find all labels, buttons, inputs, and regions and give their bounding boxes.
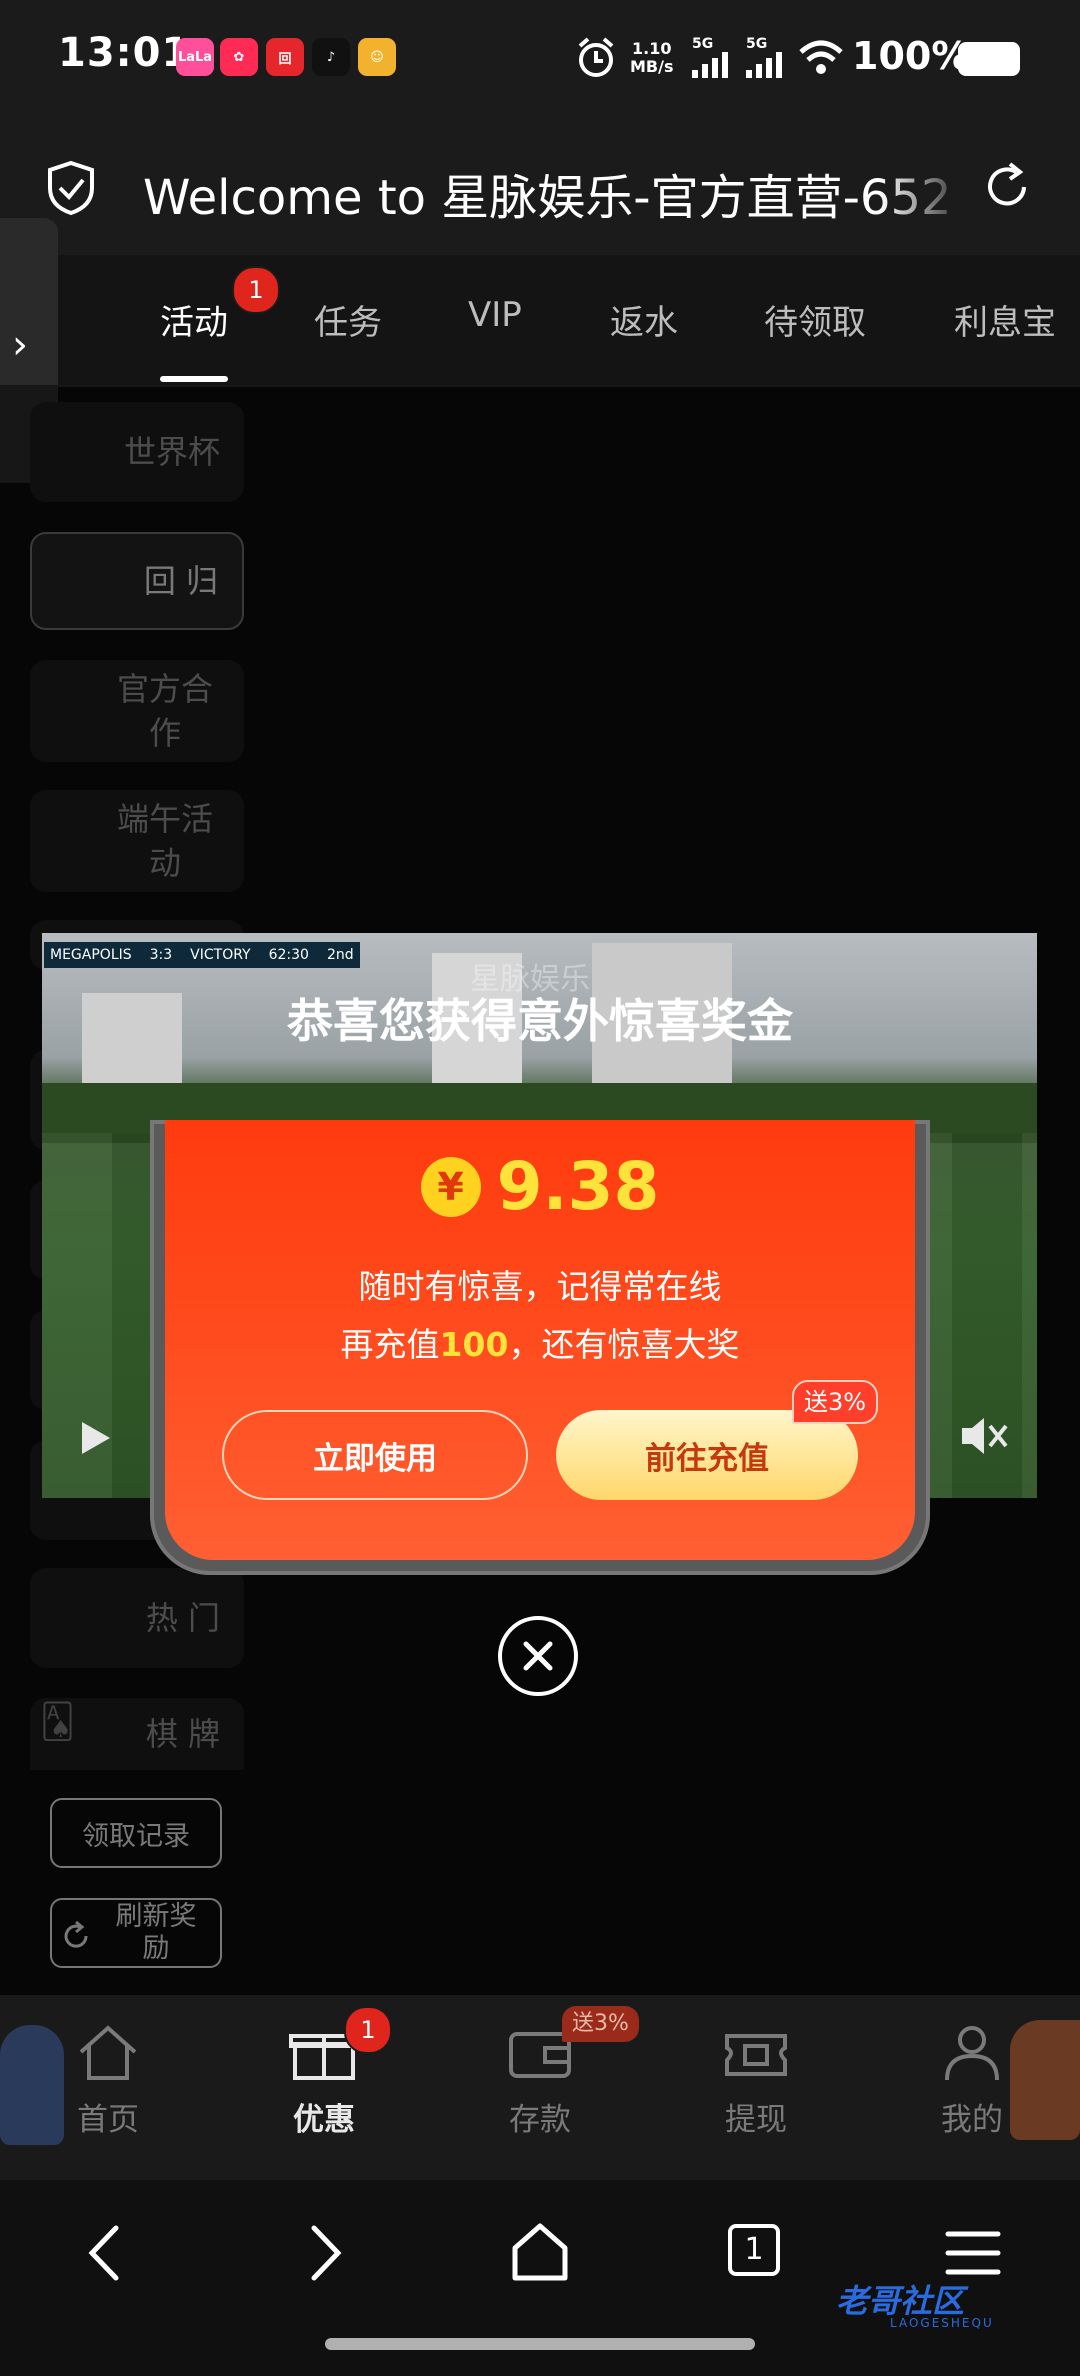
popup-close-button[interactable] (498, 1616, 578, 1696)
site-watermark-sub: LAOGESHEQU (890, 2316, 994, 2330)
nav-promotions-badge: 1 (344, 2006, 392, 2054)
tiktok-app-icon: ♪ (312, 38, 350, 76)
signal-label-1: 5G (692, 36, 714, 52)
refresh-icon[interactable] (980, 160, 1034, 214)
gesture-home-indicator[interactable] (325, 2338, 755, 2350)
battery-percent: 100% (852, 34, 970, 78)
xiaohongshu-app-icon: ✿ (220, 38, 258, 76)
yen-coin-icon: ¥ (420, 1156, 481, 1217)
signal-icon-2 (746, 52, 782, 78)
tab-vip[interactable]: VIP (468, 295, 522, 335)
status-time: 13:01 (58, 30, 191, 76)
page-title[interactable]: Welcome to 星脉娱乐-官方直营-652 (143, 158, 983, 228)
back-icon[interactable] (72, 2218, 142, 2288)
title-fade (880, 150, 970, 220)
play-icon[interactable] (78, 1418, 114, 1458)
signal-icon (692, 52, 728, 78)
user-icon (945, 2026, 999, 2081)
match-scoreboard: MEGAPOLIS 3:3 VICTORY 62:30 2nd (44, 942, 360, 968)
tab-activity-badge: 1 (232, 266, 280, 314)
bank-app-icon: 回 (266, 38, 304, 76)
tab-active-indicator (160, 376, 228, 382)
tab-pending[interactable]: 待领取 (764, 295, 866, 344)
lala-app-icon: LaLa (176, 38, 214, 76)
tab-rebate[interactable]: 返水 (610, 295, 678, 344)
shield-check-icon[interactable] (46, 160, 96, 216)
alarm-icon (578, 37, 614, 77)
tab-interest[interactable]: 利息宝 (954, 295, 1056, 344)
deposit-bonus-badge: 送3% (562, 2006, 639, 2042)
popup-message-2: 再充值100，还有惊喜大奖 (340, 1325, 740, 1364)
chevron-right-icon: › (12, 322, 28, 368)
signal-label-2: 5G (746, 36, 768, 52)
forward-icon[interactable] (288, 2218, 358, 2288)
nav-profile[interactable]: 我的 (902, 2022, 1042, 2139)
home-nav-icon[interactable] (505, 2218, 575, 2288)
battery-icon (958, 42, 1020, 76)
tabs-count-button[interactable]: 1 (728, 2224, 780, 2276)
home-icon (79, 2025, 137, 2080)
ticket-icon (725, 2034, 787, 2076)
popup-title: 恭喜您获得意外惊喜奖金 (287, 994, 793, 1048)
recharge-bonus-badge: 送3% (792, 1380, 879, 1424)
wifi-icon (799, 40, 843, 74)
tab-tasks[interactable]: 任务 (314, 295, 382, 344)
bonus-amount-row: ¥ 9.38 (0, 1148, 1080, 1225)
tab-activity[interactable]: 活动 (160, 295, 228, 344)
mute-icon[interactable] (958, 1412, 1010, 1460)
use-now-button[interactable]: 立即使用 (222, 1410, 528, 1500)
nav-withdraw[interactable]: 提现 (686, 2022, 826, 2139)
bonus-amount: 9.38 (496, 1148, 660, 1225)
close-icon (523, 1641, 553, 1671)
popup-message-1: 随时有惊喜，记得常在线 (358, 1267, 722, 1306)
net-speed: 1.10 MB/s (630, 39, 674, 76)
nav-home[interactable]: 首页 (38, 2022, 178, 2139)
uc-app-icon: ☺ (358, 38, 396, 76)
